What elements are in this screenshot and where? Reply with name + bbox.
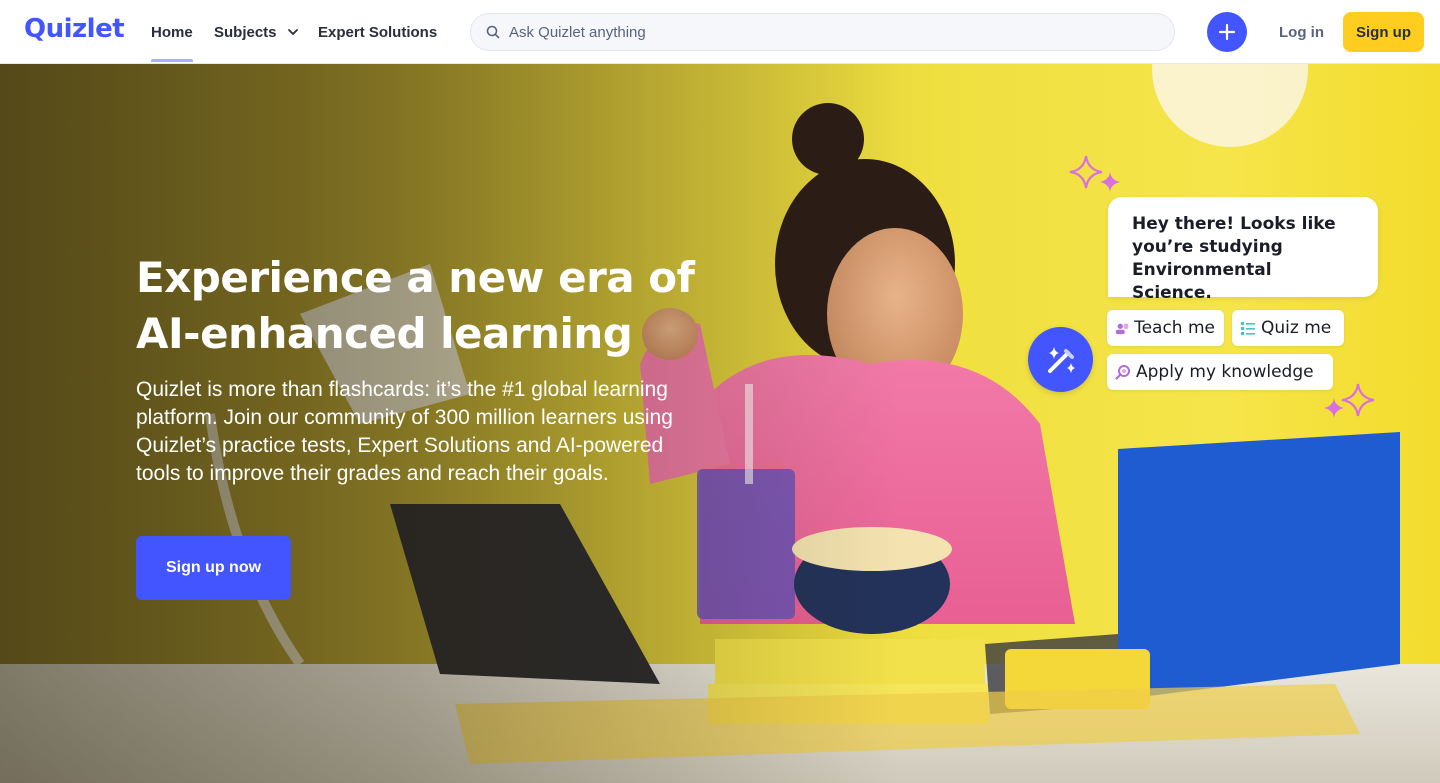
teach-icon (1115, 323, 1129, 335)
ai-assistant-avatar (1028, 327, 1093, 392)
chip-apply-knowledge[interactable]: Apply my knowledge (1107, 354, 1333, 390)
nav-expert-solutions[interactable]: Expert Solutions (318, 0, 437, 64)
ai-chat-bubble: Hey there! Looks like you’re studying En… (1108, 197, 1378, 303)
sparkle-icon (1069, 155, 1120, 192)
create-button[interactable] (1207, 12, 1247, 52)
nav-home[interactable]: Home (151, 0, 193, 64)
hero-headline-line1: Experience a new era of (136, 253, 695, 302)
chip-quiz-me[interactable]: Quiz me (1232, 310, 1344, 346)
nav-home-label: Home (151, 23, 193, 41)
top-nav: Quizlet Home Subjects Expert Solutions L… (0, 0, 1440, 64)
magic-wand-icon (1047, 346, 1075, 373)
active-tab-indicator (151, 59, 193, 62)
search-icon (486, 25, 500, 39)
apply-icon (1115, 365, 1130, 380)
nav-subjects-dropdown[interactable]: Subjects (214, 0, 299, 64)
chip-teach-me-label: Teach me (1134, 318, 1215, 338)
quiz-icon (1241, 322, 1255, 335)
plus-icon (1218, 23, 1236, 41)
quizlet-logo[interactable]: Quizlet (24, 14, 125, 44)
search-input[interactable] (509, 23, 1149, 41)
nav-subjects-label: Subjects (214, 23, 277, 41)
chip-quiz-me-label: Quiz me (1261, 318, 1332, 338)
hero-headline: Experience a new era of AI-enhanced lear… (136, 250, 696, 362)
chip-apply-knowledge-label: Apply my knowledge (1136, 362, 1314, 382)
chevron-down-icon (287, 29, 298, 35)
chip-teach-me[interactable]: Teach me (1107, 310, 1224, 346)
signup-now-button[interactable]: Sign up now (136, 536, 291, 600)
ai-chat-message: Hey there! Looks like you’re studying En… (1132, 214, 1336, 303)
hero-headline-line2: AI-enhanced learning (136, 309, 633, 358)
hero-subtext: Quizlet is more than flashcards: it’s th… (136, 378, 673, 485)
login-link[interactable]: Log in (1279, 0, 1324, 64)
search-bar[interactable] (470, 13, 1175, 51)
signup-button[interactable]: Sign up (1343, 12, 1424, 52)
hero-section: Experience a new era of AI-enhanced lear… (0, 64, 1440, 783)
